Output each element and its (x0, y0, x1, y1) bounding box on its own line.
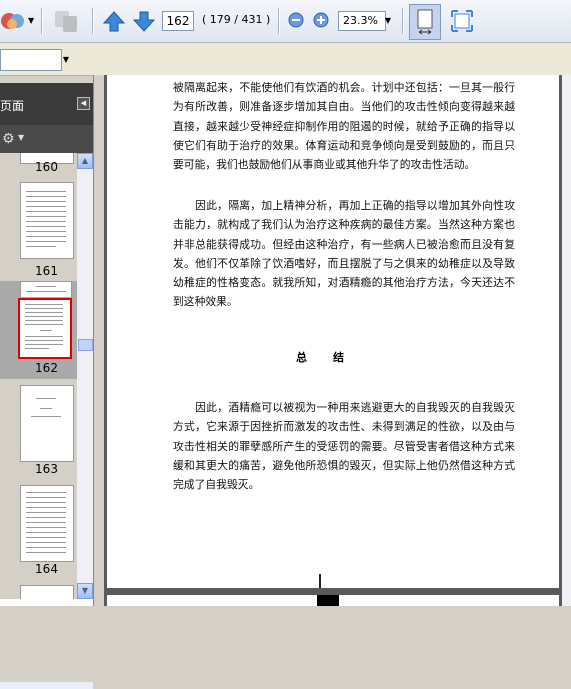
pages-panel-title: 页面 (0, 99, 25, 113)
scroll-up-icon[interactable]: ▲ (77, 153, 93, 169)
thumbnail-160[interactable]: 160 (0, 153, 77, 177)
thumbnail-161[interactable]: 161 (0, 177, 77, 281)
thumbnail-scrollbar[interactable]: ▲ ▼ (77, 153, 93, 599)
thumbnail-label: 164 (35, 562, 58, 576)
panel-options-bar: ⚙ ▼ (0, 125, 93, 153)
secondary-toolbar: ▼ (0, 43, 571, 76)
next-page-top (107, 595, 559, 606)
document-page: 被隔离起来，不能使他们有饮酒的机会。计划中还包括：一旦其一般行为有所改善，则准备… (107, 75, 559, 588)
zoom-in-icon[interactable] (313, 12, 329, 31)
collaborate-icon[interactable] (52, 7, 82, 35)
full-screen-icon[interactable] (450, 9, 474, 36)
document-scrollbar[interactable] (562, 75, 571, 606)
gear-icon[interactable]: ⚙ (2, 131, 15, 147)
zoom-level-input[interactable]: 23.3% (338, 11, 386, 31)
paragraph-3: 因此，酒精瘾可以被视为一种用来逃避更大的自我毁灭的自我毁灭方式，它来源于因挫折而… (173, 401, 515, 492)
thumbnail-label: 161 (35, 264, 58, 278)
thumbnail-164[interactable]: 164 (0, 479, 77, 579)
thumbnail-162[interactable]: 162 (0, 281, 77, 379)
thumbnail-label: 160 (35, 160, 58, 174)
scroll-thumb[interactable] (78, 339, 93, 351)
pages-panel: 页面 ◀ ⚙ ▼ 160 161 162 163 164 ▲ ▼ (0, 83, 93, 689)
collapse-panel-icon[interactable]: ◀ (77, 97, 90, 110)
page-count-label: ( 179 / 431 ) (202, 13, 271, 26)
page-number-input[interactable]: 162 (162, 11, 194, 31)
thumbnail-163[interactable]: 163 (0, 379, 77, 479)
zoom-out-icon[interactable] (288, 12, 304, 31)
pages-panel-header: 页面 ◀ (0, 83, 93, 125)
create-dropdown-icon[interactable]: ▼ (28, 16, 34, 25)
create-pdf-icon[interactable] (0, 9, 26, 33)
fit-page-icon[interactable] (409, 4, 441, 40)
paragraph-2: 因此，隔离，加上精神分析，再加上正确的指导以增加其外向性攻击能力，就构成了我们认… (173, 199, 515, 309)
zoom-dropdown-icon[interactable]: ▼ (382, 11, 394, 31)
next-page-icon[interactable] (132, 10, 156, 35)
thumbnail-list[interactable]: 160 161 162 163 164 (0, 153, 77, 599)
thumbnail-label: 163 (35, 462, 58, 476)
scroll-down-icon[interactable]: ▼ (77, 583, 93, 599)
find-combo-box[interactable] (0, 49, 62, 71)
main-toolbar: ▼ 162 ( 179 / 431 ) 23.3% ▼ (0, 0, 571, 43)
thumbnail-partial[interactable] (0, 579, 77, 599)
current-page-highlight (18, 298, 72, 359)
section-heading: 总结 (296, 351, 370, 364)
document-view[interactable]: 被隔离起来，不能使他们有饮酒的机会。计划中还包括：一旦其一般行为有所改善，则准备… (104, 75, 571, 606)
options-dropdown-icon[interactable]: ▼ (18, 133, 24, 142)
thumbnail-horizontal-scrollbar[interactable] (0, 682, 93, 689)
find-dropdown-icon[interactable]: ▼ (60, 49, 72, 71)
paragraph-1: 被隔离起来，不能使他们有饮酒的机会。计划中还包括：一旦其一般行为有所改善，则准备… (173, 81, 515, 172)
previous-page-icon[interactable] (102, 10, 126, 35)
thumbnail-label: 162 (35, 361, 58, 375)
page-mark (319, 574, 321, 588)
